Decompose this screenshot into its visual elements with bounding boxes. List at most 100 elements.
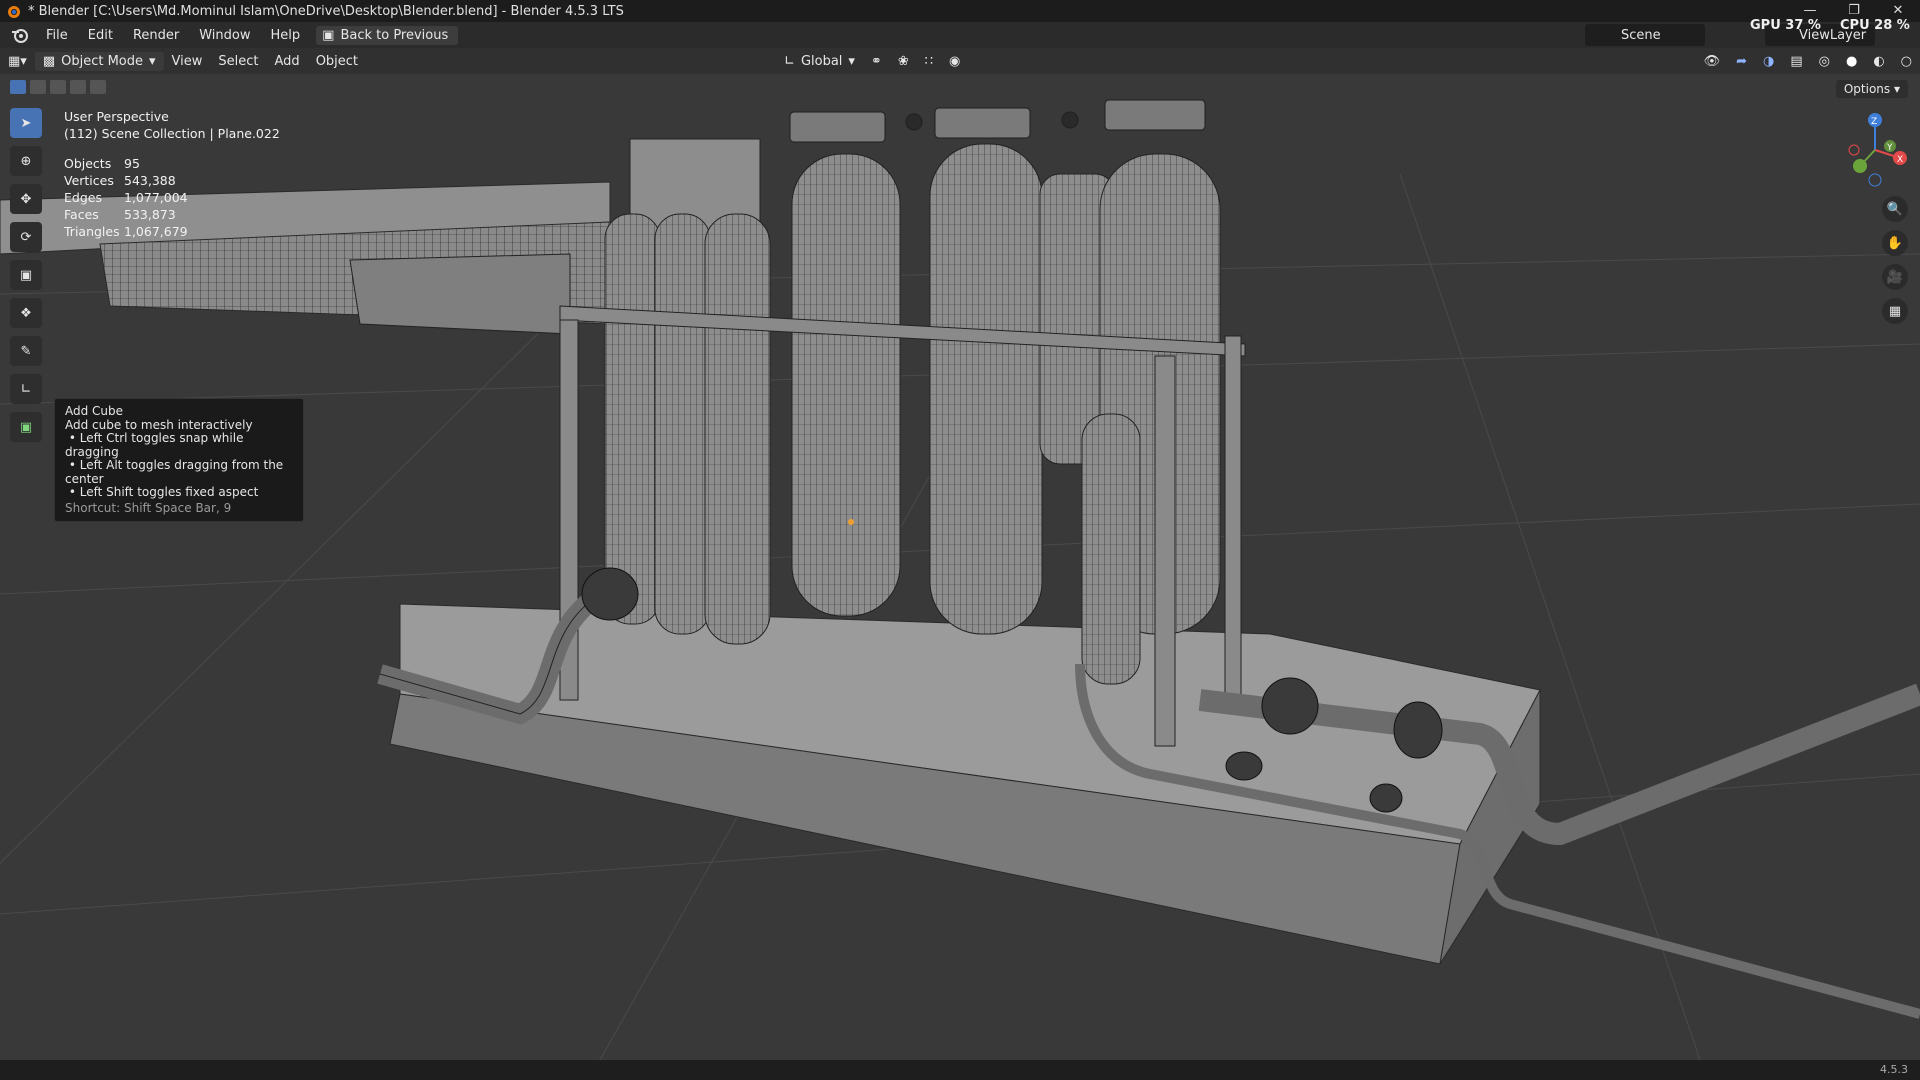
menu-window[interactable]: Window [189, 28, 260, 43]
rotate-icon: ⟳ [20, 229, 32, 245]
perspective-grid-icon[interactable]: ▦ [1882, 298, 1908, 324]
select-extend-icon[interactable] [30, 80, 46, 94]
snap-target-icon[interactable]: ∷ [917, 54, 941, 69]
editor-type-icon[interactable]: ▦▾ [0, 54, 35, 69]
proportional-edit-icon[interactable]: ◉ [941, 54, 968, 69]
blender-logo-icon [8, 6, 20, 18]
mode-label: Object Mode [61, 53, 144, 69]
navigation-gizmo[interactable]: Z X Y [1840, 110, 1910, 190]
pan-hand-icon[interactable]: ✋ [1882, 230, 1908, 256]
transform-icon: ❖ [20, 305, 32, 321]
annotate-tool[interactable]: ✎ [10, 336, 42, 366]
gizmo-toggle-icon[interactable]: ➦ [1728, 54, 1755, 69]
menu-render[interactable]: Render [123, 28, 189, 43]
pivot-icon[interactable]: ⚭ [863, 54, 890, 69]
menu-add[interactable]: Add [267, 54, 308, 69]
measure-tool[interactable]: ∟ [10, 374, 42, 404]
cursor-arrow-icon: ➤ [20, 115, 32, 131]
blender-menu-icon[interactable] [10, 26, 30, 44]
stat-row: Triangles 1,067,679 [64, 223, 188, 240]
select-new-icon[interactable] [10, 80, 26, 94]
options-label: Options [1843, 82, 1891, 96]
zoom-icon[interactable]: 🔍 [1882, 196, 1908, 222]
stat-value: 1,077,004 [124, 190, 188, 205]
solid-shading-icon[interactable]: ● [1838, 54, 1865, 69]
gpu-usage: GPU 37 % [1750, 18, 1821, 33]
menu-view[interactable]: View [164, 54, 211, 69]
tank-valves [789, 99, 1206, 143]
xray-toggle-icon[interactable]: ▤ [1782, 54, 1810, 69]
scale-tool[interactable]: ▣ [10, 260, 42, 290]
tool-shelf: ➤ ⊕ ✥ ⟳ ▣ ❖ ✎ ∟ ▣ [8, 108, 44, 442]
stat-value: 533,873 [124, 207, 176, 222]
visibility-icon[interactable]: 👁 [1696, 54, 1729, 69]
crosshair-icon: ⊕ [20, 153, 32, 169]
menu-help[interactable]: Help [261, 28, 311, 43]
cpu-label: CPU [1840, 18, 1870, 33]
menu-bar: File Edit Render Window Help ▣ Back to P… [0, 18, 1920, 48]
screen-icon: ▣ [322, 27, 335, 43]
menu-edit[interactable]: Edit [78, 28, 123, 43]
collection-label: (112) Scene Collection | Plane.022 [64, 126, 280, 141]
options-button[interactable]: Options ▾ [1835, 80, 1908, 98]
tooltip-title: Add Cube [65, 404, 124, 418]
stat-row: Faces 533,873 [64, 206, 188, 223]
menu-object[interactable]: Object [308, 54, 366, 69]
move-tool[interactable]: ✥ [10, 184, 42, 214]
stat-value: 1,067,679 [124, 224, 188, 239]
window-title: * Blender [C:\Users\Md.Mominul Islam\One… [28, 3, 624, 19]
viewport-info: User Perspective (112) Scene Collection … [64, 108, 280, 142]
wireframe-shading-icon[interactable]: ◎ [1811, 54, 1838, 69]
add-cube-tool[interactable]: ▣ [10, 412, 42, 442]
transform-orientation-selector[interactable]: ∟ Global ▾ [776, 52, 863, 71]
viewport-header: ▦▾ ▩ Object Mode ▾ View Select Add Objec… [0, 48, 1920, 74]
tooltip-bullet: • Left Shift toggles fixed aspect [65, 485, 259, 499]
move-icon: ✥ [20, 191, 32, 207]
material-shading-icon[interactable]: ◐ [1865, 54, 1892, 69]
transform-tool[interactable]: ❖ [10, 298, 42, 328]
stat-value: 543,388 [124, 173, 176, 188]
cursor-tool[interactable]: ⊕ [10, 146, 42, 176]
gizmo-z-label: Z [1871, 117, 1877, 127]
select-invert-icon[interactable] [70, 80, 86, 94]
snap-icon[interactable]: ❀ [890, 54, 917, 69]
scale-icon: ▣ [19, 267, 33, 283]
orientation-icon: ∟ [784, 53, 795, 69]
overlay-toggle-icon[interactable]: ◑ [1755, 54, 1782, 69]
tooltip-bullet: • Left Alt toggles dragging from the cen… [65, 458, 284, 486]
navigation-tools: 🔍 ✋ 🎥 ▦ [1882, 196, 1908, 324]
add-cube-icon: ▣ [19, 419, 33, 435]
rendered-shading-icon[interactable]: ○ [1893, 54, 1920, 69]
perspective-label: User Perspective [64, 109, 169, 124]
stat-row: Objects 95 [64, 155, 188, 172]
chevron-down-icon: ▾ [149, 53, 156, 69]
gizmo-x-label: X [1897, 155, 1903, 165]
viewport-canvas[interactable] [0, 74, 1920, 1060]
mode-selector[interactable]: ▩ Object Mode ▾ [34, 51, 164, 71]
status-bar: 4.5.3 [0, 1060, 1920, 1080]
tooltip-shortcut: Shortcut: Shift Space Bar, 9 [65, 500, 232, 515]
select-box-tool[interactable]: ➤ [10, 108, 42, 138]
stat-row: Vertices 543,388 [64, 172, 188, 189]
scene-selector[interactable]: Scene [1585, 24, 1705, 46]
menu-select[interactable]: Select [210, 54, 266, 69]
rotate-tool[interactable]: ⟳ [10, 222, 42, 252]
stat-label: Objects [64, 156, 112, 171]
version-label: 4.5.3 [1880, 1063, 1908, 1076]
stat-label: Edges [64, 190, 102, 205]
back-to-previous-label: Back to Previous [340, 27, 449, 43]
object-origin [848, 519, 854, 525]
pencil-icon: ✎ [20, 343, 32, 359]
select-subtract-icon[interactable] [50, 80, 66, 94]
chevron-down-icon: ▾ [848, 53, 855, 69]
tooltip-bullet-text: Left Alt toggles dragging from the cente… [65, 458, 284, 486]
tooltip-bullet: • Left Ctrl toggles snap while dragging [65, 431, 244, 459]
select-intersect-icon[interactable] [90, 80, 106, 94]
back-to-previous-button[interactable]: ▣ Back to Previous [316, 25, 459, 45]
ruler-icon: ∟ [20, 381, 32, 397]
gpu-label: GPU [1750, 18, 1781, 33]
add-cube-tooltip: Add Cube Add cube to mesh interactively … [54, 398, 304, 522]
menu-file[interactable]: File [36, 28, 78, 43]
scene-statistics: Objects 95 Vertices 543,388 Edges 1,077,004… [64, 155, 188, 240]
camera-icon[interactable]: 🎥 [1882, 264, 1908, 290]
